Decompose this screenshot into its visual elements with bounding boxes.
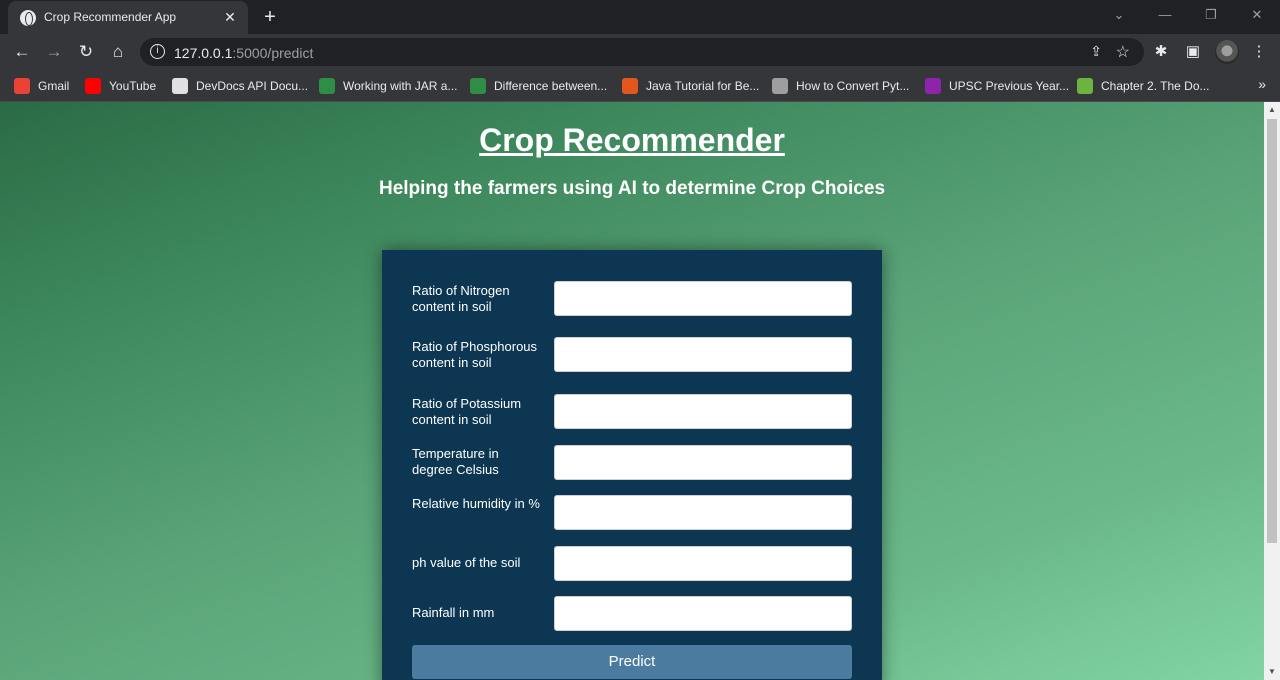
page-scrollbar[interactable]: ▲ ▼	[1264, 102, 1280, 680]
phosphorous-label: Ratio of Phosphorous content in soil	[412, 339, 538, 370]
javatutorial-icon	[622, 78, 638, 94]
upsc-icon	[925, 78, 941, 94]
window-controls: ⌄ — ❐ ✕	[1096, 0, 1280, 30]
scrollbar-thumb[interactable]	[1267, 119, 1277, 543]
potassium-label: Ratio of Potassium content in soil	[412, 396, 522, 427]
home-icon[interactable]: ⌂	[106, 40, 130, 64]
bookmark-star-icon[interactable]: ☆	[1116, 42, 1130, 62]
bookmarks-bar: Gmail YouTube DevDocs API Docu... Workin…	[0, 70, 1280, 102]
restore-icon[interactable]: ❐	[1188, 0, 1234, 30]
page-title: Crop Recommender	[479, 122, 785, 158]
share-icon[interactable]: ⇪	[1090, 43, 1102, 60]
url-host: 127.0.0.1	[174, 45, 233, 61]
potassium-input[interactable]	[554, 394, 852, 429]
bookmark-label: YouTube	[109, 79, 157, 93]
new-tab-button[interactable]: +	[258, 5, 282, 29]
browser-tab[interactable]: Crop Recommender App ✕	[8, 1, 248, 34]
devdocs-icon	[172, 78, 188, 94]
tab-title: Crop Recommender App	[44, 10, 177, 24]
profile-avatar[interactable]	[1215, 40, 1239, 64]
geeksforgeeks-icon	[470, 78, 486, 94]
bookmark-item[interactable]: Java Tutorial for Be...	[622, 77, 759, 95]
minimize-icon[interactable]: —	[1142, 0, 1188, 30]
forward-icon[interactable]: →	[42, 40, 66, 64]
nitrogen-label: Ratio of Nitrogen content in soil	[412, 283, 510, 314]
bookmark-item[interactable]: YouTube	[85, 77, 156, 95]
phosphorous-input[interactable]	[554, 337, 852, 372]
humidity-label: Relative humidity in %	[412, 496, 540, 511]
more-bookmarks-icon[interactable]: »	[1258, 76, 1266, 92]
close-window-icon[interactable]: ✕	[1234, 0, 1280, 30]
bookmark-item[interactable]: Working with JAR a...	[319, 77, 457, 95]
ph-label: ph value of the soil	[412, 555, 521, 570]
scroll-down-icon[interactable]: ▼	[1264, 664, 1280, 680]
page-subtitle: Helping the farmers using AI to determin…	[378, 178, 886, 199]
bookmark-label: Working with JAR a...	[343, 79, 458, 93]
address-bar[interactable]: i 127.0.0.1:5000/predict ⇪ ☆	[140, 38, 1144, 66]
bookmark-label: Difference between...	[494, 79, 608, 93]
url-text[interactable]: 127.0.0.1:5000/predict	[174, 45, 313, 61]
youtube-icon	[85, 78, 101, 94]
bookmark-item[interactable]: DevDocs API Docu...	[172, 77, 308, 95]
prediction-form: Ratio of Nitrogen content in soil Ratio …	[382, 250, 882, 680]
bookmark-item[interactable]: How to Convert Pyt...	[772, 77, 909, 95]
extensions-icon[interactable]: ✱	[1151, 42, 1171, 62]
tab-strip: Crop Recommender App ✕ + ⌄ — ❐ ✕	[0, 0, 1280, 34]
side-panel-icon[interactable]: ▣	[1183, 42, 1203, 62]
page-icon	[772, 78, 788, 94]
reload-icon[interactable]: ↻	[74, 40, 98, 64]
site-info-icon[interactable]: i	[150, 44, 165, 59]
url-path: :5000/predict	[232, 45, 314, 61]
predict-button[interactable]: Predict	[412, 645, 852, 679]
scroll-up-icon[interactable]: ▲	[1264, 102, 1280, 118]
humidity-input[interactable]	[554, 495, 852, 530]
page-content: Crop Recommender Helping the farmers usi…	[0, 102, 1264, 680]
geeksforgeeks-icon	[319, 78, 335, 94]
globe-icon	[20, 10, 36, 26]
bookmark-label: Gmail	[38, 79, 70, 93]
bookmark-item[interactable]: Chapter 2. The Do...	[1077, 77, 1210, 95]
close-tab-icon[interactable]: ✕	[220, 7, 240, 27]
bookmark-item[interactable]: Difference between...	[470, 77, 607, 95]
bookmark-label: DevDocs API Docu...	[196, 79, 309, 93]
gmail-icon	[14, 78, 30, 94]
browser-toolbar: ← → ↻ ⌂ i 127.0.0.1:5000/predict ⇪ ☆ ✱ ▣…	[0, 34, 1280, 70]
temperature-label: Temperature in degree Celsius	[412, 446, 499, 477]
nitrogen-input[interactable]	[554, 281, 852, 316]
browser-chrome: Crop Recommender App ✕ + ⌄ — ❐ ✕ ← → ↻ ⌂…	[0, 0, 1280, 102]
rainfall-label: Rainfall in mm	[412, 605, 495, 620]
bookmark-label: Java Tutorial for Be...	[646, 79, 760, 93]
ph-input[interactable]	[554, 546, 852, 581]
bookmark-label: How to Convert Pyt...	[796, 79, 910, 93]
bookmark-label: Chapter 2. The Do...	[1101, 79, 1210, 93]
bookmark-label: UPSC Previous Year...	[949, 79, 1070, 93]
spring-icon	[1077, 78, 1093, 94]
back-icon[interactable]: ←	[10, 40, 34, 64]
bookmark-item[interactable]: UPSC Previous Year...	[925, 77, 1069, 95]
tab-search-icon[interactable]: ⌄	[1096, 0, 1142, 30]
bookmark-item[interactable]: Gmail	[14, 77, 69, 95]
menu-icon[interactable]: ⋮	[1249, 42, 1269, 62]
temperature-input[interactable]	[554, 445, 852, 480]
rainfall-input[interactable]	[554, 596, 852, 631]
